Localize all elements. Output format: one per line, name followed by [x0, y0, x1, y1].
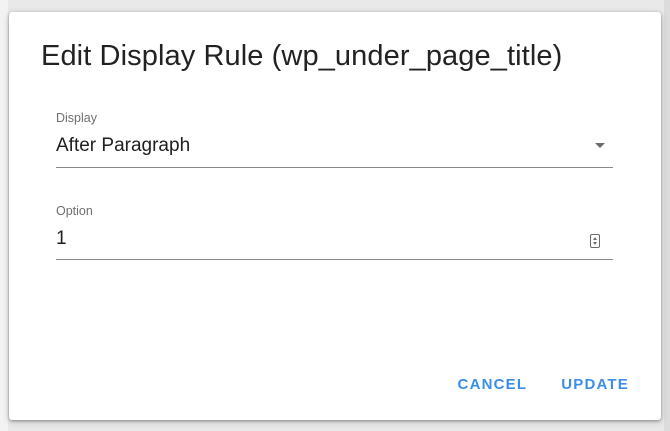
number-stepper-icon[interactable]: [590, 234, 600, 248]
cancel-button[interactable]: CANCEL: [458, 376, 528, 393]
display-value[interactable]: After Paragraph: [56, 135, 190, 157]
stepper-down-icon[interactable]: [593, 242, 597, 245]
stepper-up-icon[interactable]: [593, 237, 597, 240]
dialog-title: Edit Display Rule (wp_under_page_title): [41, 40, 563, 72]
edit-display-rule-dialog: Edit Display Rule (wp_under_page_title) …: [9, 12, 661, 420]
backdrop-edge-right: [664, 0, 670, 431]
display-select[interactable]: Display After Paragraph: [56, 109, 613, 168]
option-value[interactable]: 1: [56, 228, 67, 250]
display-label: Display: [56, 111, 97, 125]
option-label: Option: [56, 204, 93, 218]
dialog-actions: CANCEL UPDATE: [458, 376, 629, 393]
chevron-down-icon[interactable]: [595, 143, 605, 148]
backdrop-edge-left: [0, 0, 8, 431]
option-field[interactable]: Option 1: [56, 202, 613, 260]
update-button[interactable]: UPDATE: [561, 376, 629, 393]
